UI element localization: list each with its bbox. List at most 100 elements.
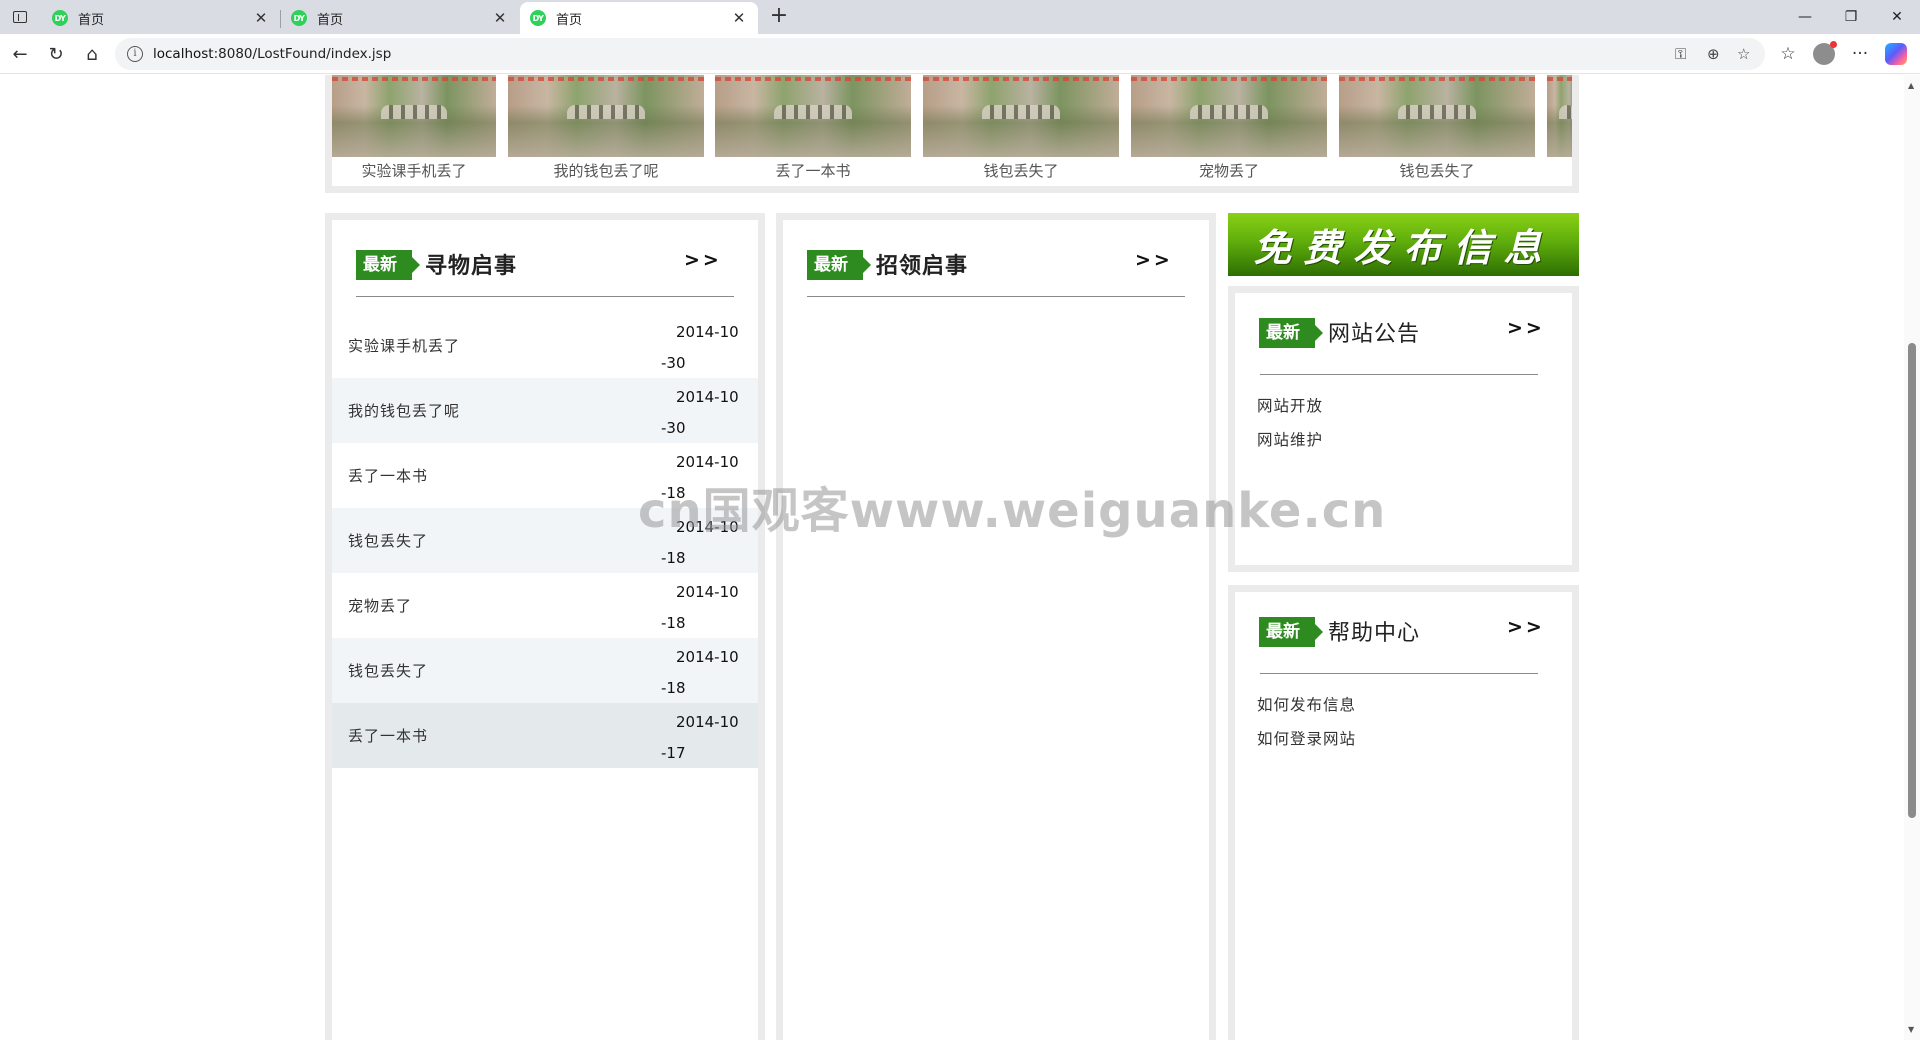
item-photo — [1547, 75, 1572, 157]
list-item[interactable]: 如何登录网站 — [1257, 722, 1356, 756]
carousel-item[interactable]: 我的钱包丢了呢 — [508, 75, 704, 181]
item-title[interactable]: 丢了一本书 — [348, 725, 428, 746]
banner-text: 免费发布信息 — [1253, 225, 1554, 270]
site-favicon-icon: DY — [52, 10, 68, 26]
new-tab-icon[interactable]: + — [766, 4, 792, 30]
site-favicon-icon: DY — [530, 10, 546, 26]
scrollbar-thumb[interactable] — [1908, 343, 1916, 818]
item-photo — [1339, 75, 1535, 157]
list-item[interactable]: 丢了一本书 2014-10-17 — [332, 703, 758, 768]
favorite-star-icon[interactable]: ☆ — [1737, 38, 1750, 70]
item-photo — [923, 75, 1119, 157]
more-link[interactable]: >> — [1135, 249, 1173, 271]
restore-icon[interactable]: ❐ — [1828, 0, 1874, 34]
list-item[interactable]: 网站开放 — [1257, 389, 1323, 423]
minimize-icon[interactable]: — — [1782, 0, 1828, 34]
close-tab-icon[interactable]: ✕ — [491, 9, 509, 27]
carousel-item[interactable]: 钱包丢失了 — [923, 75, 1119, 181]
reload-icon[interactable]: ↻ — [42, 40, 70, 68]
item-title[interactable]: 实验课手机丢了 — [348, 335, 460, 356]
latest-badge: 最新 — [1259, 318, 1323, 348]
header-divider — [1260, 673, 1538, 674]
item-title[interactable]: 宠物丢了 — [348, 595, 412, 616]
free-post-banner[interactable]: 免费发布信息 — [1228, 213, 1579, 276]
lost-list: 实验课手机丢了 2014-10-30 我的钱包丢了呢 2014-10-30 丢了… — [332, 313, 758, 768]
panel-title: 招领启事 — [876, 254, 969, 279]
list-item[interactable]: 我的钱包丢了呢 2014-10-30 — [332, 378, 758, 443]
browser-tab-2[interactable]: DY 首页 ✕ — [281, 2, 519, 34]
item-date: 2014-10-18 — [661, 518, 739, 567]
window-close-icon[interactable]: ✕ — [1874, 0, 1920, 34]
panel-title: 寻物启事 — [425, 254, 518, 279]
item-date: 2014-10-18 — [661, 648, 739, 697]
header-divider — [1260, 374, 1538, 375]
list-item[interactable]: 丢了一本书 2014-10-18 — [332, 443, 758, 508]
panel-header: 最新 帮助中心 >> — [1235, 592, 1572, 674]
item-photo — [715, 75, 911, 157]
copilot-icon[interactable] — [1882, 40, 1910, 68]
profile-avatar[interactable] — [1810, 40, 1838, 68]
item-date: 2014-10-18 — [661, 453, 739, 502]
latest-badge: 最新 — [356, 250, 420, 280]
page-scrollbar[interactable]: ▲ ▼ — [1904, 75, 1920, 1040]
item-title[interactable]: 钱包丢失了 — [348, 660, 428, 681]
list-item[interactable]: 钱包丢失了 2014-10-18 — [332, 508, 758, 573]
more-menu-icon[interactable]: ··· — [1846, 40, 1874, 68]
more-link[interactable]: >> — [1507, 616, 1545, 638]
item-title[interactable]: 钱包丢失了 — [348, 530, 428, 551]
browser-tab-1[interactable]: DY 首页 ✕ — [42, 2, 281, 34]
header-divider — [356, 296, 734, 297]
item-title[interactable]: 丢了一本书 — [348, 465, 428, 486]
carousel-caption: 实验课手机丢了 — [361, 162, 467, 180]
list-item[interactable]: 钱包丢失了 2014-10-18 — [332, 638, 758, 703]
more-link[interactable]: >> — [1507, 317, 1545, 339]
panel-header: 最新 寻物启事 >> — [332, 220, 758, 300]
password-key-icon[interactable]: ⚿ — [1675, 38, 1686, 70]
url-path: :8080/LostFound/index.jsp — [213, 46, 392, 62]
item-photo — [1131, 75, 1327, 157]
item-date: 2014-10-30 — [661, 388, 739, 437]
scroll-down-icon[interactable]: ▼ — [1908, 1025, 1914, 1034]
zoom-icon[interactable]: ⊕ — [1707, 38, 1720, 70]
tab-actions-icon[interactable] — [6, 6, 34, 28]
address-bar[interactable]: i localhost :8080/LostFound/index.jsp ⚿ … — [115, 38, 1765, 70]
browser-tab-3-active[interactable]: DY 首页 ✕ — [520, 2, 758, 34]
site-favicon-icon: DY — [291, 10, 307, 26]
carousel-item[interactable] — [1547, 75, 1572, 160]
item-date: 2014-10-18 — [661, 583, 739, 632]
tab-title: 首页 — [556, 12, 583, 28]
url-host: localhost — [153, 46, 214, 62]
favorites-icon[interactable]: ☆ — [1774, 40, 1802, 68]
panel-header: 最新 网站公告 >> — [1235, 293, 1572, 375]
close-tab-icon[interactable]: ✕ — [252, 9, 270, 27]
carousel-item[interactable]: 实验课手机丢了 — [332, 75, 496, 181]
item-photo — [332, 75, 496, 157]
list-item[interactable]: 宠物丢了 2014-10-18 — [332, 573, 758, 638]
home-icon[interactable]: ⌂ — [78, 40, 106, 68]
back-icon[interactable]: ← — [6, 40, 34, 68]
list-item[interactable]: 网站维护 — [1257, 423, 1323, 457]
list-item[interactable]: 如何发布信息 — [1257, 688, 1356, 722]
more-link[interactable]: >> — [684, 249, 722, 271]
help-list: 如何发布信息 如何登录网站 — [1257, 688, 1356, 756]
announcement-list: 网站开放 网站维护 — [1257, 389, 1323, 457]
scroll-up-icon[interactable]: ▲ — [1908, 81, 1914, 90]
browser-toolbar: ← ↻ ⌂ i localhost :8080/LostFound/index.… — [0, 34, 1920, 74]
carousel-caption: 钱包丢失了 — [983, 162, 1059, 180]
item-photo — [508, 75, 704, 157]
carousel-item[interactable]: 丢了一本书 — [715, 75, 911, 181]
help-center-panel: 最新 帮助中心 >> 如何发布信息 如何登录网站 — [1228, 585, 1579, 1040]
header-divider — [807, 296, 1185, 297]
tab-bar: DY 首页 ✕ DY 首页 ✕ DY 首页 ✕ + — ❐ ✕ — [0, 0, 1920, 34]
site-announcement-panel: 最新 网站公告 >> 网站开放 网站维护 — [1228, 286, 1579, 572]
carousel-item[interactable]: 宠物丢了 — [1131, 75, 1327, 181]
item-title[interactable]: 我的钱包丢了呢 — [348, 400, 460, 421]
panel-header: 最新 招领启事 >> — [783, 220, 1209, 300]
list-item[interactable]: 实验课手机丢了 2014-10-30 — [332, 313, 758, 378]
close-tab-icon[interactable]: ✕ — [730, 9, 748, 27]
lost-photo-carousel: 实验课手机丢了 我的钱包丢了呢 丢了一本书 钱包丢失了 宠物丢了 钱包丢失了 — [325, 75, 1579, 193]
lost-notice-panel: 最新 寻物启事 >> 实验课手机丢了 2014-10-30 我的钱包丢了呢 20… — [325, 213, 765, 1040]
latest-badge: 最新 — [1259, 617, 1323, 647]
carousel-item[interactable]: 钱包丢失了 — [1339, 75, 1535, 181]
site-info-icon[interactable]: i — [127, 46, 143, 62]
